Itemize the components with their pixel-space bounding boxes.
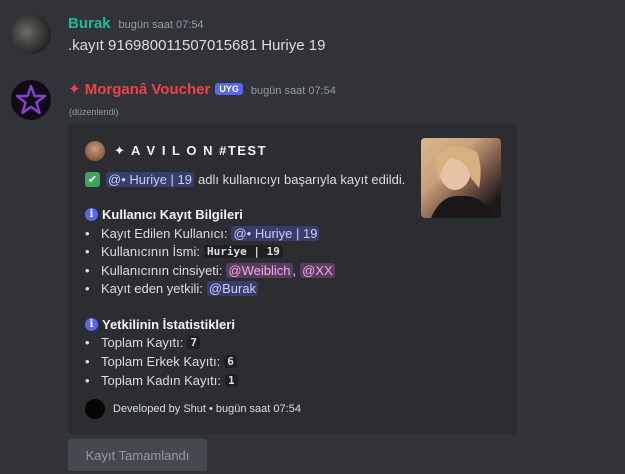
embed-author-name: ✦ A V I L O N #TEST (114, 143, 268, 158)
info-icon: i (85, 318, 98, 331)
bullet: • (85, 244, 90, 259)
thumbnail-image (431, 146, 495, 218)
embed-footer: Developed by Shut • bugün saat 07:54 (85, 399, 301, 419)
item-label: Kullanıcının İsmi: (101, 244, 200, 259)
list-item: • Kullanıcının cinsiyeti: @Weiblich , @X… (85, 263, 335, 278)
timestamp: bugün saat 07:54 (250, 85, 336, 97)
timestamp: bugün saat 07:54 (118, 19, 204, 31)
role-mention[interactable]: @XX (300, 263, 335, 278)
list-item: • Kullanıcının İsmi: Huriye | 19 (85, 244, 283, 259)
message-header: Burak bugün saat 07:54 (68, 15, 204, 32)
kayit-tamamlandi-button[interactable]: Kayıt Tamamlandı (68, 439, 207, 471)
item-label: Toplam Erkek Kayıtı: (101, 354, 221, 369)
username[interactable]: Burak (68, 15, 111, 32)
item-label: Kayıt Edilen Kullanıcı: (101, 226, 228, 241)
bullet: • (85, 335, 90, 350)
list-item: • Kayıt eden yetkili: @Burak (85, 281, 259, 296)
avatar-morgana[interactable] (11, 80, 51, 120)
item-label: Kullanıcının cinsiyeti: (101, 263, 223, 278)
info-icon: i (85, 208, 98, 221)
separator: , (292, 263, 297, 278)
embed-author-icon (85, 141, 105, 161)
avatar-burak[interactable] (11, 14, 51, 54)
embed-author: ✦ A V I L O N #TEST (85, 141, 267, 161)
username[interactable]: ✦ Morganâ Voucher (68, 80, 210, 98)
item-label: Toplam Kayıtı: (101, 335, 184, 350)
item-label: Kayıt eden yetkili: (101, 281, 203, 296)
bullet: • (85, 263, 90, 278)
section-title-text: Kullanıcı Kayıt Bilgileri (102, 207, 243, 222)
list-item: • Kayıt Edilen Kullanıcı: @• Huriye | 19 (85, 226, 320, 241)
embed: ✦ A V I L O N #TEST ✔ @• Huriye | 19 adl… (68, 123, 517, 435)
inline-code: 7 (187, 336, 200, 349)
message-content: .kayıt 916980011507015681 Huriye 19 (68, 37, 326, 54)
purple-star-icon (15, 84, 47, 115)
list-item: • Toplam Kayıtı: 7 (85, 335, 200, 350)
inline-code: 1 (224, 374, 238, 387)
app-badge: UYG (215, 83, 243, 95)
section-title-text: Yetkilinin İstatistikleri (102, 317, 235, 332)
bullet: • (85, 226, 90, 241)
check-icon: ✔ (85, 172, 100, 187)
footer-icon (85, 399, 105, 419)
inline-code: 6 (224, 355, 237, 368)
section-title: i Yetkilinin İstatistikleri (85, 317, 235, 332)
bullet: • (85, 354, 90, 369)
user-mention[interactable]: @• Huriye | 19 (106, 172, 194, 187)
role-mention[interactable]: @Weiblich (226, 263, 293, 278)
user-mention[interactable]: @Burak (206, 281, 259, 296)
section-title: i Kullanıcı Kayıt Bilgileri (85, 207, 243, 222)
bullet: • (85, 281, 90, 296)
edited-label: (düzenlendi) (69, 107, 119, 117)
bullet: • (85, 373, 90, 388)
inline-code: Huriye | 19 (204, 245, 283, 258)
success-text: adlı kullanıcıyı başarıyla kayıt edildi. (198, 172, 406, 187)
user-mention[interactable]: @• Huriye | 19 (231, 226, 320, 241)
list-item: • Toplam Erkek Kayıtı: 6 (85, 354, 237, 369)
item-label: Toplam Kadın Kayıtı: (101, 373, 221, 388)
list-item: • Toplam Kadın Kayıtı: 1 (85, 373, 238, 388)
success-line: ✔ @• Huriye | 19 adlı kullanıcıyı başarı… (85, 172, 405, 187)
footer-text: Developed by Shut • bugün saat 07:54 (113, 403, 301, 415)
embed-thumbnail[interactable] (421, 138, 501, 218)
message-header: ✦ Morganâ Voucher UYG bugün saat 07:54 (68, 80, 336, 98)
